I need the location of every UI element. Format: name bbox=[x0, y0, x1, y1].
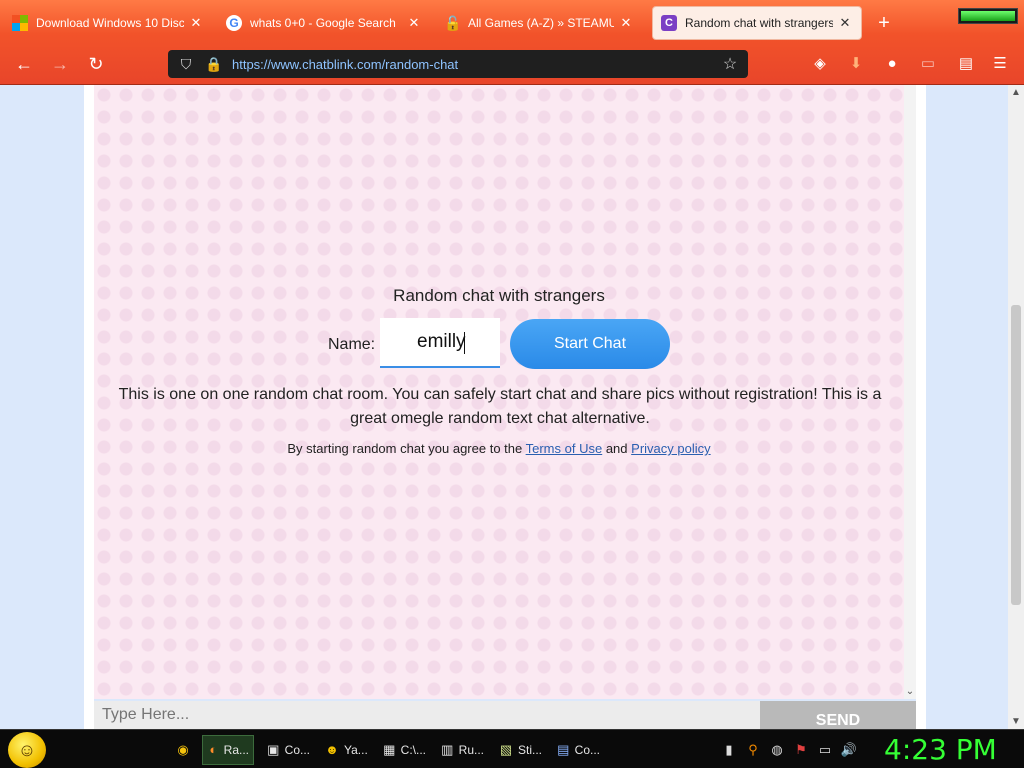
taskbar: ☺ ◉ ◐ Ra... ▣ Co... ☻ Ya... ▦ C:\... ▥ R… bbox=[0, 729, 1024, 768]
back-arrow-icon[interactable]: ← bbox=[10, 52, 38, 76]
name-label: Name: bbox=[328, 336, 376, 353]
chrome-icon[interactable]: ◉ bbox=[174, 741, 192, 759]
reload-icon[interactable]: ↻ bbox=[82, 52, 110, 76]
name-form: Name: Start Chat bbox=[0, 318, 1000, 370]
chat-message-input[interactable] bbox=[94, 701, 760, 729]
taskbar-item-console[interactable]: ▣ Co... bbox=[262, 735, 314, 765]
extension-icon[interactable]: ▭ bbox=[918, 54, 938, 74]
action-center-flag-icon[interactable]: ⚑ bbox=[792, 741, 810, 759]
chatblink-icon: C bbox=[661, 15, 677, 31]
taskbar-item-yahoo[interactable]: ☻ Ya... bbox=[320, 735, 372, 765]
taskbar-item-computer[interactable]: ▤ Co... bbox=[552, 735, 604, 765]
taskbar-item-sticky[interactable]: ▧ Sti... bbox=[494, 735, 546, 765]
tab-google-search[interactable]: G whats 0+0 - Google Search ✕ bbox=[218, 6, 430, 40]
firefox-icon: ◐ bbox=[209, 742, 218, 757]
yahoo-messenger-icon: ☻ bbox=[325, 742, 339, 757]
description-text: This is one on one random chat room. You… bbox=[118, 386, 882, 427]
7zip-icon: ▦ bbox=[383, 742, 396, 757]
tab-title: All Games (A-Z) » STEAMUN bbox=[468, 16, 614, 30]
start-smiley-icon[interactable]: ☺ bbox=[8, 732, 46, 768]
send-button[interactable]: SEND bbox=[760, 701, 916, 729]
scroll-up-icon[interactable]: ▲ bbox=[1008, 87, 1024, 98]
terms-notice: By starting random chat you agree to the… bbox=[287, 441, 711, 456]
page-title: Random chat with strangers bbox=[393, 286, 605, 305]
address-bar[interactable]: ⛉ 🔒 https://www.chatblink.com/random-cha… bbox=[168, 50, 748, 78]
left-margin bbox=[84, 85, 94, 729]
scroll-down-icon[interactable]: ▼ bbox=[1008, 716, 1024, 727]
run-icon: ▥ bbox=[441, 742, 454, 757]
tab-title: Download Windows 10 Disc I bbox=[36, 16, 184, 30]
bookmark-star-icon[interactable]: ☆ bbox=[720, 54, 740, 74]
network-icon[interactable]: ▭ bbox=[816, 741, 834, 759]
search-icon[interactable]: ⚲ bbox=[744, 741, 762, 759]
tab-title: whats 0+0 - Google Search bbox=[250, 16, 396, 30]
battery-meter-icon bbox=[958, 8, 1018, 24]
pocket-icon[interactable]: ◈ bbox=[810, 54, 830, 74]
download-icon[interactable]: ⬇ bbox=[846, 54, 866, 74]
tray-app-icon[interactable]: ▮ bbox=[720, 741, 738, 759]
tray-status-icon[interactable]: ◍ bbox=[768, 741, 786, 759]
computer-icon: ▤ bbox=[557, 742, 570, 757]
tab-windows-download[interactable]: Download Windows 10 Disc I ✕ bbox=[4, 6, 212, 40]
tab-random-chat[interactable]: C Random chat with strangers ✕ bbox=[652, 6, 862, 40]
close-icon[interactable]: ✕ bbox=[188, 15, 204, 31]
taskbar-item-run[interactable]: ▥ Ru... bbox=[436, 735, 488, 765]
panel-scrollbar[interactable]: ⌄ bbox=[904, 85, 916, 699]
start-chat-button[interactable]: Start Chat bbox=[510, 319, 670, 369]
lock-icon[interactable]: 🔒 bbox=[204, 56, 224, 73]
tab-title: Random chat with strangers bbox=[685, 16, 833, 30]
shield-icon[interactable]: ⛉ bbox=[176, 56, 196, 73]
taskbar-item-firefox[interactable]: ◐ Ra... bbox=[202, 735, 254, 765]
url-text[interactable]: https://www.chatblink.com/random-chat bbox=[232, 57, 720, 72]
privacy-policy-link[interactable]: Privacy policy bbox=[631, 441, 710, 456]
terms-of-use-link[interactable]: Terms of Use bbox=[526, 441, 603, 456]
google-icon: G bbox=[226, 15, 242, 31]
new-tab-icon[interactable]: + bbox=[872, 12, 896, 36]
name-input[interactable] bbox=[380, 318, 500, 368]
forward-arrow-icon[interactable]: → bbox=[46, 52, 74, 76]
microsoft-icon bbox=[12, 15, 28, 31]
scrollbar-thumb[interactable] bbox=[1011, 305, 1021, 605]
page-scrollbar[interactable]: ▲ ▼ bbox=[1008, 85, 1024, 729]
console-icon: ▣ bbox=[267, 742, 280, 757]
close-icon[interactable]: ✕ bbox=[618, 15, 634, 31]
volume-icon[interactable]: 🔊 bbox=[840, 741, 858, 759]
chat-bar: SEND bbox=[94, 701, 916, 729]
close-icon[interactable]: ✕ bbox=[406, 15, 422, 31]
chevron-down-icon[interactable]: ⌄ bbox=[904, 686, 916, 697]
menu-hamburger-icon[interactable]: ☰ bbox=[990, 54, 1010, 74]
extension-flag-icon[interactable]: ● bbox=[882, 54, 902, 74]
sticky-notes-icon: ▧ bbox=[499, 742, 513, 757]
navigation-bar: ← → ↻ ⛉ 🔒 https://www.chatblink.com/rand… bbox=[0, 44, 1024, 84]
page-viewport: ⌄ Random chat with strangers Name: Start… bbox=[0, 85, 1024, 729]
close-icon[interactable]: ✕ bbox=[837, 15, 853, 31]
taskbar-clock[interactable]: 4:23 PM bbox=[884, 733, 997, 766]
tab-steamunlocked[interactable]: 🔓 All Games (A-Z) » STEAMUN ✕ bbox=[436, 6, 642, 40]
tab-strip: Download Windows 10 Disc I ✕ G whats 0+0… bbox=[0, 4, 1024, 42]
taskbar-item-7zip[interactable]: ▦ C:\... bbox=[378, 735, 430, 765]
browser-chrome: Download Windows 10 Disc I ✕ G whats 0+0… bbox=[0, 0, 1024, 85]
steamunlocked-icon: 🔓 bbox=[444, 15, 462, 31]
text-caret bbox=[464, 332, 465, 354]
right-margin bbox=[916, 85, 926, 729]
extension-lf-icon[interactable]: ▤ bbox=[956, 54, 976, 74]
